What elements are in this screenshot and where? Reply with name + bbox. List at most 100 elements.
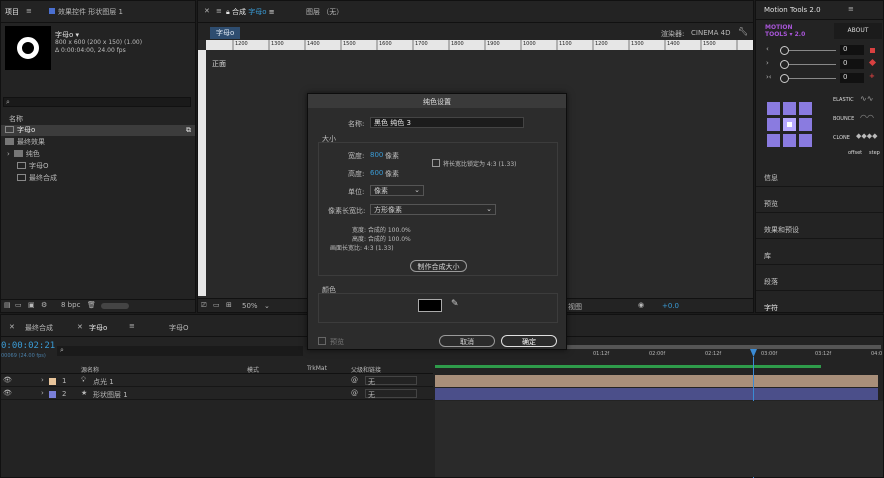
list-item[interactable]: 字母o ⧉ (1, 125, 195, 136)
scrollbar[interactable] (101, 303, 129, 309)
menu-icon[interactable]: ≡ (848, 5, 854, 13)
tab-final-comp[interactable]: 最终合成 (25, 323, 53, 333)
tab-project[interactable]: 项目 (5, 7, 19, 17)
label-color-swatch[interactable] (49, 391, 56, 398)
eye-icon[interactable]: 👁︎ (3, 389, 12, 397)
clone-button[interactable]: CLONE (833, 135, 850, 141)
ok-button[interactable]: 确定 (501, 335, 557, 347)
menu-icon[interactable]: ≡ (129, 322, 135, 330)
chevron-down-icon[interactable]: ⌄ (264, 302, 270, 310)
cancel-button[interactable]: 取消 (439, 335, 495, 347)
parent-pickwhip-icon[interactable]: @ (351, 389, 358, 397)
side-item-info[interactable]: 信息 (756, 167, 883, 187)
column-name-header[interactable]: 名称 (9, 114, 23, 124)
column-mode[interactable]: 模式 (247, 365, 259, 374)
layer-row[interactable]: 👁︎ › 2 ★ 形状图层 1 @ 无 (1, 388, 433, 400)
chevron-right-icon[interactable]: › (41, 389, 44, 397)
list-item[interactable]: 最终合成 (1, 173, 195, 184)
width-value[interactable]: 800 (370, 151, 383, 159)
parent-select[interactable]: 无 (365, 376, 417, 386)
bpc-toggle[interactable]: 8 bpc (61, 301, 80, 309)
side-item-library[interactable]: 库 (756, 245, 883, 265)
exposure-value[interactable]: +0.0 (662, 302, 679, 310)
trash-icon[interactable]: 🗑 (87, 301, 96, 309)
current-timecode[interactable]: 0:00:02:21 (1, 341, 55, 351)
tab-timeline-comp-2[interactable]: 字母O (169, 323, 189, 333)
camera-icon[interactable]: ◉ (638, 301, 644, 309)
layer-search-input[interactable]: ⌕ (57, 346, 303, 356)
pixel-aspect-select[interactable]: 方形像素 ⌄ (370, 204, 496, 215)
flowchart-icon[interactable]: ⧉ (186, 126, 191, 135)
chevron-right-icon[interactable]: › (766, 59, 769, 67)
chevron-right-icon[interactable]: › (7, 150, 10, 158)
value-field[interactable]: 0 (840, 45, 864, 55)
layer-bar[interactable] (435, 388, 878, 400)
search-input[interactable]: ⌕ (3, 97, 191, 107)
value-field[interactable]: 0 (840, 73, 864, 83)
stop-icon[interactable] (870, 48, 875, 53)
list-item[interactable]: 字母O (1, 161, 195, 172)
tab-composition[interactable]: 🔒︎ 合成 字母o ≡ (226, 7, 275, 17)
new-folder-icon[interactable]: ▭ (15, 301, 22, 309)
close-icon[interactable]: ✕ (204, 7, 210, 15)
column-parent[interactable]: 父级和链接 (351, 365, 381, 374)
slider-knob[interactable] (780, 60, 789, 69)
about-button[interactable]: ABOUT (834, 23, 882, 39)
bounce-button[interactable]: BOUNCE (833, 116, 854, 122)
close-icon[interactable]: ✕ (9, 323, 15, 331)
make-comp-size-button[interactable]: 制作合成大小 (410, 260, 467, 272)
grid-icon[interactable]: ⊞ (226, 301, 232, 309)
side-item-preview[interactable]: 预览 (756, 193, 883, 213)
layer-bar[interactable] (435, 375, 878, 387)
view-menu[interactable]: 视图 (568, 302, 582, 312)
layer-name[interactable]: 形状图层 1 (93, 390, 128, 400)
color-swatch[interactable] (418, 299, 442, 312)
slider-track[interactable] (782, 50, 836, 51)
settings-icon[interactable]: ⚙ (41, 301, 47, 309)
height-value[interactable]: 600 (370, 169, 383, 177)
eye-icon[interactable]: 👁︎ (3, 376, 12, 384)
wrench-icon[interactable]: 🔧︎ (738, 27, 748, 36)
side-item-paragraph[interactable]: 段落 (756, 271, 883, 291)
tab-timeline-comp[interactable]: 字母o (89, 323, 107, 333)
layer-row[interactable]: 👁︎ › 1 💡︎ 点光 1 @ 无 (1, 375, 433, 387)
diamond-icon[interactable] (868, 58, 877, 67)
chevron-right-icon[interactable]: › (41, 376, 44, 384)
tab-effects-controls[interactable]: 效果控件 形状图层 1 (49, 7, 123, 17)
plus-icon[interactable]: + (869, 72, 875, 80)
region-icon[interactable]: ▭ (213, 301, 220, 309)
layer-name[interactable]: 点光 1 (93, 377, 114, 387)
list-item[interactable]: › 纯色 (1, 149, 195, 160)
parent-select[interactable]: 无 (365, 389, 417, 399)
side-item-effects-presets[interactable]: 效果和预设 (756, 219, 883, 239)
lock-aspect-checkbox[interactable] (432, 159, 440, 167)
renderer-value[interactable]: CINEMA 4D (691, 29, 731, 37)
anchor-grid-squares[interactable] (766, 101, 814, 149)
motion-tools-logo[interactable]: MOTION TOOLS ▾ 2.0 (765, 24, 805, 38)
tab-layer[interactable]: 图层 （无） (306, 7, 343, 17)
units-select[interactable]: 像素 ⌄ (370, 185, 424, 196)
preview-checkbox[interactable] (318, 337, 326, 345)
menu-icon[interactable]: ≡ (26, 7, 32, 15)
view-tab[interactable]: 字母o (210, 27, 241, 39)
dialog-titlebar[interactable]: 纯色设置 (308, 94, 566, 108)
label-color-swatch[interactable] (49, 378, 56, 385)
menu-icon[interactable]: ≡ (216, 7, 222, 15)
list-item[interactable]: 最终效果 (1, 137, 195, 148)
new-comp-icon[interactable]: ▣ (28, 301, 35, 309)
column-trkmat[interactable]: TrkMat (307, 365, 327, 372)
zoom-select[interactable]: 50% (242, 302, 258, 310)
chevron-left-icon[interactable]: ‹ (766, 45, 769, 53)
elastic-button[interactable]: ELASTIC (833, 97, 854, 103)
menu-icon[interactable]: ≡ (269, 8, 275, 16)
parent-pickwhip-icon[interactable]: @ (351, 376, 358, 384)
slider-knob[interactable] (780, 46, 789, 55)
close-icon[interactable]: ✕ (77, 323, 83, 331)
interpret-footage-icon[interactable]: ▤ (4, 301, 11, 309)
column-source-name[interactable]: 源名称 (81, 365, 99, 374)
slider-track[interactable] (782, 78, 836, 79)
current-time-indicator[interactable] (750, 349, 757, 357)
step-button[interactable]: step (869, 150, 880, 156)
value-field[interactable]: 0 (840, 59, 864, 69)
snapshot-icon[interactable]: ⎚ (201, 301, 207, 310)
